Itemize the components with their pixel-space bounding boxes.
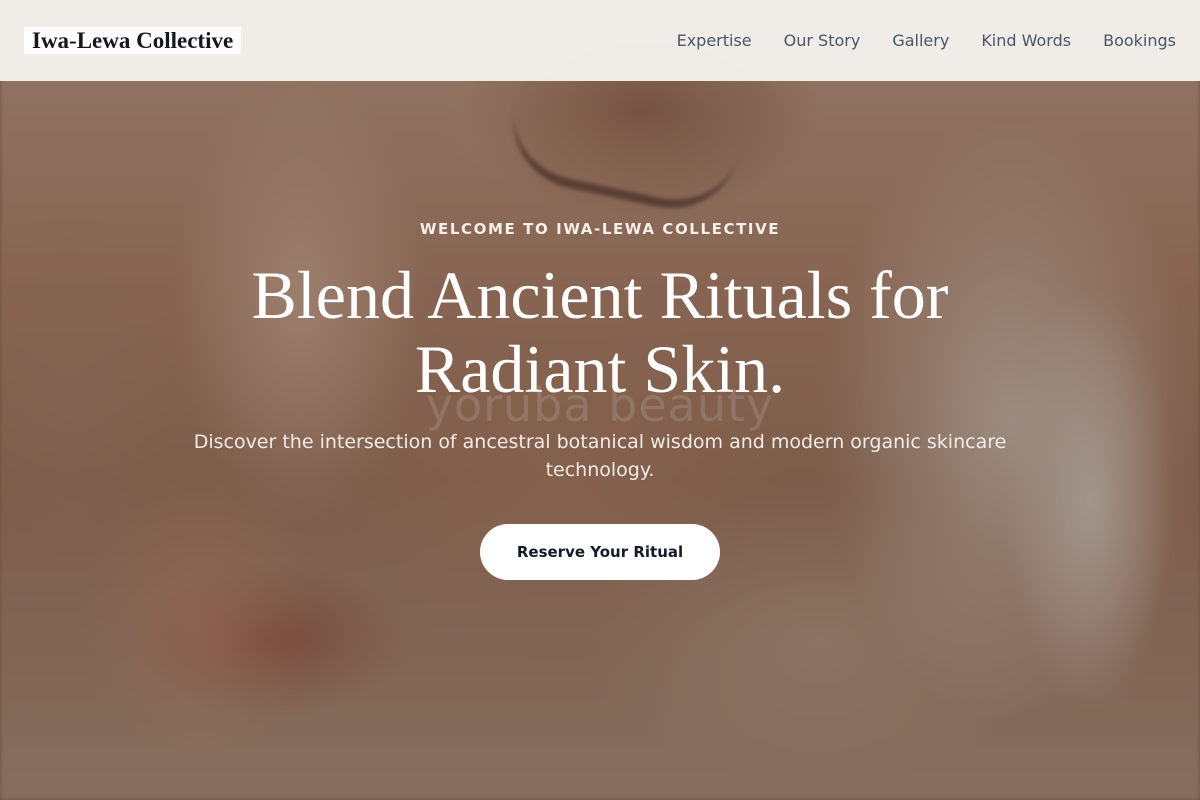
brand-logo[interactable]: Iwa-Lewa Collective <box>24 27 242 54</box>
hero-section: WELCOME TO IWA-LEWA COLLECTIVE Blend Anc… <box>0 0 1200 800</box>
hero-subtext: Discover the intersection of ancestral b… <box>193 431 1007 481</box>
hero-eyebrow: WELCOME TO IWA-LEWA COLLECTIVE <box>419 220 781 238</box>
site-header: Iwa-Lewa Collective Expertise Our Story … <box>0 0 1200 81</box>
reserve-ritual-button[interactable]: Reserve Your Ritual <box>480 524 720 580</box>
nav-link-gallery[interactable]: Gallery <box>892 31 949 50</box>
nav-link-kind-words[interactable]: Kind Words <box>981 31 1071 50</box>
page: yoruba beauty Iwa-Lewa Collective Expert… <box>0 0 1200 800</box>
nav-link-expertise[interactable]: Expertise <box>677 31 752 50</box>
nav-link-bookings[interactable]: Bookings <box>1103 31 1176 50</box>
nav-link-our-story[interactable]: Our Story <box>784 31 861 50</box>
hero-headline: Blend Ancient Rituals for Radiant Skin. <box>251 257 949 407</box>
main-nav: Expertise Our Story Gallery Kind Words B… <box>677 31 1176 50</box>
